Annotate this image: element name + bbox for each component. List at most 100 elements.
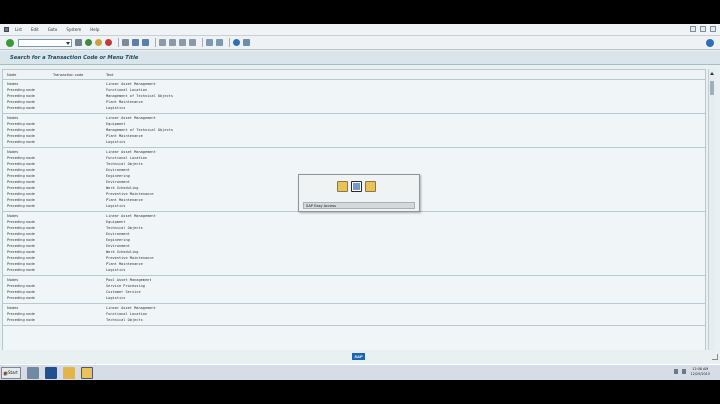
node-cell: Preceding node: [7, 168, 35, 172]
node-cell: Preceding node: [7, 318, 35, 322]
previous-page-icon[interactable]: [169, 39, 176, 46]
menu-help[interactable]: Help: [90, 27, 99, 32]
maximize-icon[interactable]: [700, 26, 706, 32]
node-cell: Preceding node: [7, 192, 35, 196]
node-cell: Nodes: [7, 306, 19, 310]
save-icon[interactable]: [75, 39, 82, 46]
text-cell: Equipment: [106, 122, 126, 126]
sap-logon-icon[interactable]: [81, 366, 93, 379]
result-group: Nodes Linear Asset Management Preceding no…: [3, 114, 705, 148]
result-group: Nodes Linear Asset Management Preceding no…: [3, 212, 705, 276]
node-cell: Preceding node: [7, 204, 35, 208]
text-cell: Technical Objects: [106, 226, 143, 230]
toolbar-separator: [155, 38, 156, 47]
shortcut-icon[interactable]: [216, 39, 223, 46]
menu-list[interactable]: List: [15, 27, 22, 32]
text-cell: Linear Asset Management: [106, 150, 156, 154]
popup-icons: [337, 181, 376, 192]
clock-time: 12:08 AM: [692, 367, 709, 371]
node-cell: Preceding node: [7, 226, 35, 230]
node-cell: Nodes: [7, 278, 19, 282]
text-cell: Service Processing: [106, 284, 145, 288]
list-item[interactable]: Preceding node Logistics: [3, 295, 705, 301]
print-icon[interactable]: [122, 39, 129, 46]
sap-easy-access-icon[interactable]: [351, 181, 362, 192]
list-item[interactable]: Preceding node Technical Objects: [3, 317, 705, 323]
close-icon[interactable]: [710, 26, 716, 32]
scroll-up-icon[interactable]: [710, 72, 714, 75]
node-cell: Preceding node: [7, 262, 35, 266]
node-cell: Nodes: [7, 214, 19, 218]
text-cell: Management of Technical Objects: [106, 94, 174, 98]
text-cell: Plant Maintenance: [106, 262, 143, 266]
node-cell: Preceding node: [7, 284, 35, 288]
network-icon[interactable]: [674, 369, 679, 374]
help-icon[interactable]: [233, 39, 240, 46]
vertical-scrollbar[interactable]: [708, 69, 715, 369]
text-cell: Logistics: [106, 106, 126, 110]
result-group: Nodes Linear Asset Management Preceding no…: [3, 80, 705, 114]
menu-goto[interactable]: Goto: [48, 27, 58, 32]
first-page-icon[interactable]: [159, 39, 166, 46]
node-cell: Preceding node: [7, 100, 35, 104]
last-page-icon[interactable]: [189, 39, 196, 46]
column-settings-icon[interactable]: [697, 71, 703, 79]
layout-icon[interactable]: [243, 39, 250, 46]
new-session-icon[interactable]: [206, 39, 213, 46]
text-cell: Linear Asset Management: [106, 306, 156, 310]
status-bar: SAP: [0, 350, 720, 364]
list-item[interactable]: Preceding node Logistics: [3, 139, 705, 145]
text-cell: Technical Objects: [106, 318, 143, 322]
list-header: Node Transaction code Text: [3, 70, 705, 80]
find-next-icon[interactable]: [142, 39, 149, 46]
command-field[interactable]: [18, 38, 72, 47]
node-cell: Preceding node: [7, 134, 35, 138]
page-title: Search for a Transaction Code or Menu Ti…: [0, 51, 720, 65]
volume-icon[interactable]: [682, 369, 687, 374]
cancel-icon[interactable]: [105, 39, 112, 46]
clock[interactable]: 12:08 AM 12/20/2015: [690, 367, 710, 376]
exit-icon[interactable]: [95, 39, 102, 46]
enter-icon[interactable]: [6, 38, 14, 47]
customize-layout-icon[interactable]: [706, 39, 714, 47]
text-cell: Technical Objects: [106, 162, 143, 166]
text-cell: Linear Asset Management: [106, 82, 156, 86]
toolbar-separator: [202, 38, 203, 47]
powershell-icon[interactable]: [45, 366, 57, 379]
text-cell: Plant Maintenance: [106, 100, 143, 104]
start-button[interactable]: Start: [1, 366, 21, 379]
list-item[interactable]: Preceding node Logistics: [3, 105, 705, 111]
scroll-thumb[interactable]: [710, 81, 714, 95]
column-header-text: Text: [106, 72, 114, 77]
explorer-icon[interactable]: [63, 366, 75, 379]
back-icon[interactable]: [85, 39, 92, 46]
list-item[interactable]: Preceding node Logistics: [3, 267, 705, 273]
menu-edit[interactable]: Edit: [31, 27, 39, 32]
result-group: Nodes Pool Asset Management Preceding node…: [3, 276, 705, 304]
system-menu-icon[interactable]: [4, 27, 9, 32]
find-icon[interactable]: [132, 39, 139, 46]
server-manager-icon[interactable]: [27, 366, 39, 379]
column-header-node: Node: [7, 72, 17, 77]
window-icon[interactable]: [337, 181, 348, 192]
next-page-icon[interactable]: [179, 39, 186, 46]
menu-system[interactable]: System: [66, 27, 81, 32]
sap-window: List Edit Goto System Help Search for a …: [0, 24, 720, 380]
text-cell: Functional Location: [106, 156, 148, 160]
text-cell: Linear Asset Management: [106, 116, 156, 120]
node-cell: Preceding node: [7, 174, 35, 178]
result-group: Nodes Linear Asset Management Preceding no…: [3, 304, 705, 326]
resize-grip-icon[interactable]: [712, 354, 718, 360]
node-cell: Preceding node: [7, 162, 35, 166]
node-cell: Preceding node: [7, 268, 35, 272]
node-cell: Preceding node: [7, 180, 35, 184]
text-cell: Customer Service: [106, 290, 141, 294]
text-cell: Plant Maintenance: [106, 134, 143, 138]
text-cell: Linear Asset Management: [106, 214, 156, 218]
text-cell: Logistics: [106, 296, 126, 300]
node-cell: Preceding node: [7, 296, 35, 300]
folder-icon[interactable]: [365, 181, 376, 192]
sap-logo: SAP: [352, 353, 365, 360]
node-cell: Preceding node: [7, 220, 35, 224]
minimize-icon[interactable]: [690, 26, 696, 32]
